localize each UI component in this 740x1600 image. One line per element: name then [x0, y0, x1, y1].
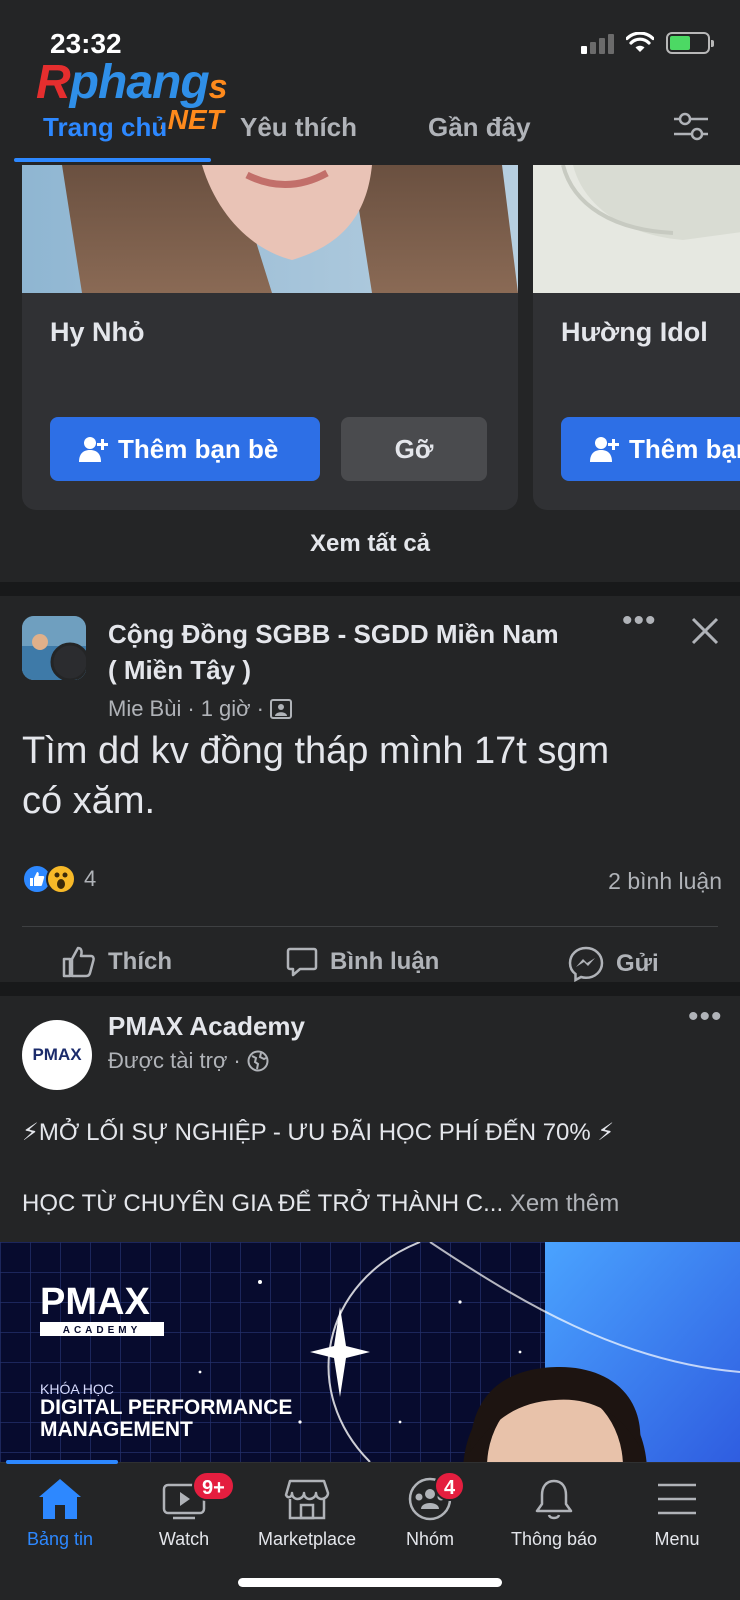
status-icons: [581, 32, 714, 54]
groups-badge: 4: [434, 1471, 466, 1501]
watch-badge: 9+: [192, 1471, 235, 1501]
post-meta: Mie Bùi · 1 giờ ·: [108, 696, 292, 722]
see-all-link[interactable]: Xem tất cả: [0, 530, 740, 558]
add-friend-label: Thêm bạn bè: [629, 433, 740, 464]
send-label: Gửi: [616, 950, 659, 977]
group-post: Cộng Đồng SGBB - SGDD Miền Nam ( Miền Tâ…: [0, 596, 740, 982]
tab-home[interactable]: Trang chủ: [43, 112, 167, 143]
feed-divider: [0, 982, 740, 996]
friend-suggestions: Hy Nhỏ Thêm bạn bè Gỡ Hường Idol Thêm bạ…: [0, 165, 740, 510]
group-name-line2[interactable]: ( Miền Tây ): [108, 652, 251, 688]
watermark-logo: Rphangs: [36, 56, 228, 109]
group-name[interactable]: Cộng Đồng SGBB - SGDD Miền Nam: [108, 616, 559, 652]
sponsored-post: PMAX PMAX Academy Được tài trợ · ••• ⚡MỞ…: [0, 996, 740, 1242]
ad-text-truncated: HỌC TỪ CHUYÊN GIA ĐỂ TRỞ THÀNH C...: [22, 1190, 504, 1217]
nav-feed-label: Bảng tin: [26, 1529, 94, 1549]
nav-menu[interactable]: Menu: [617, 1477, 737, 1550]
post-meta: Được tài trợ ·: [108, 1048, 269, 1074]
tab-recent[interactable]: Gần đây: [428, 112, 531, 143]
like-icon: [62, 946, 95, 978]
ad-banner-graphic: PMAX ACADEMY KHÓA HỌC DIGITAL PERFORMANC…: [0, 1242, 740, 1462]
close-icon[interactable]: [690, 616, 720, 646]
group-avatar[interactable]: [22, 616, 86, 680]
friend-name[interactable]: Hường Idol: [561, 317, 708, 348]
more-options-icon[interactable]: •••: [688, 1000, 723, 1034]
ad-image[interactable]: PMAX ACADEMY KHÓA HỌC DIGITAL PERFORMANC…: [0, 1242, 740, 1462]
page-name[interactable]: PMAX Academy: [108, 1008, 305, 1044]
group-privacy-icon: [269, 699, 292, 719]
ad-course-line1: DIGITAL PERFORMANCE: [40, 1396, 292, 1419]
comment-label: Bình luận: [330, 948, 440, 975]
page-avatar-text: PMAX: [32, 1045, 82, 1064]
profile-photo[interactable]: [22, 165, 518, 293]
post-text-line2: có xăm.: [22, 780, 156, 822]
comment-button[interactable]: Bình luận: [286, 946, 439, 978]
like-label: Thích: [108, 948, 172, 975]
battery-icon: [666, 32, 714, 54]
filter-settings-icon[interactable]: [672, 108, 710, 146]
sponsored-label[interactable]: Được tài trợ: [108, 1048, 227, 1074]
nav-feed[interactable]: Bảng tin: [0, 1477, 120, 1550]
wifi-icon: [626, 32, 654, 52]
add-friend-button[interactable]: Thêm bạn bè: [561, 417, 740, 481]
comment-icon: [286, 947, 318, 977]
nav-watch-label: Watch: [158, 1529, 210, 1549]
ad-course-line2: MANAGEMENT: [40, 1418, 193, 1441]
add-friend-icon: [79, 437, 108, 462]
nav-marketplace-label: Marketplace: [257, 1529, 357, 1549]
send-button[interactable]: Gửi: [568, 946, 659, 982]
comment-count[interactable]: 2 bình luận: [608, 868, 722, 895]
action-divider: [22, 926, 718, 927]
remove-suggestion-button[interactable]: Gỡ: [341, 417, 487, 481]
post-time[interactable]: 1 giờ: [201, 696, 251, 722]
wow-reaction-icon: [46, 864, 76, 894]
reaction-row: 4 2 bình luận: [22, 864, 722, 904]
ad-text-line1: ⚡MỞ LỐI SỰ NGHIỆP - ƯU ĐÃI HỌC PHÍ ĐẾN 7…: [22, 1119, 615, 1146]
author-name[interactable]: Mie Bùi: [108, 696, 181, 722]
add-friend-button[interactable]: Thêm bạn bè: [50, 417, 320, 481]
globe-icon: [247, 1050, 269, 1072]
add-friend-icon: [590, 437, 619, 462]
signal-icon: [581, 32, 614, 54]
active-nav-indicator: [6, 1460, 118, 1464]
profile-photo[interactable]: [533, 165, 740, 293]
home-icon: [39, 1479, 81, 1519]
feed-divider: [0, 582, 740, 596]
bell-icon: [535, 1479, 573, 1520]
menu-icon: [658, 1483, 696, 1515]
add-friend-label: Thêm bạn bè: [118, 433, 279, 464]
reactions-summary[interactable]: 4: [22, 864, 96, 894]
ad-brand: PMAX: [40, 1281, 150, 1323]
tab-favorites[interactable]: Yêu thích: [240, 112, 357, 143]
feed-tabs: Trang chủ Yêu thích Gần đây: [0, 108, 740, 163]
nav-groups[interactable]: 4 Nhóm: [370, 1471, 490, 1550]
nav-menu-label: Menu: [654, 1529, 700, 1549]
active-tab-indicator: [14, 158, 211, 162]
see-more-link[interactable]: Xem thêm: [510, 1190, 619, 1217]
ad-brand-sub: ACADEMY: [63, 1325, 142, 1336]
messenger-icon: [568, 946, 604, 982]
home-indicator[interactable]: [238, 1578, 502, 1587]
nav-notifications[interactable]: Thông báo: [494, 1477, 614, 1550]
top-bar: 23:32 Rphangs .NET Trang chủ Yêu thích G…: [0, 0, 740, 165]
like-button[interactable]: Thích: [62, 946, 172, 978]
reaction-count: 4: [84, 866, 97, 891]
marketplace-icon: [284, 1479, 330, 1520]
friend-card[interactable]: Hy Nhỏ Thêm bạn bè Gỡ: [22, 165, 518, 510]
nav-groups-label: Nhóm: [405, 1529, 454, 1549]
friend-name[interactable]: Hy Nhỏ: [50, 317, 145, 348]
page-avatar[interactable]: PMAX: [22, 1020, 92, 1090]
more-options-icon[interactable]: •••: [622, 604, 657, 638]
nav-marketplace[interactable]: Marketplace: [247, 1477, 367, 1550]
nav-notifications-label: Thông báo: [510, 1529, 598, 1549]
friend-card[interactable]: Hường Idol Thêm bạn bè: [533, 165, 740, 510]
ad-course-prefix: KHÓA HỌC: [40, 1381, 114, 1397]
post-text-line1: Tìm dd kv đồng tháp mình 17t sgm: [22, 730, 610, 772]
ad-text-line2: HỌC TỪ CHUYÊN GIA ĐỂ TRỞ THÀNH C... Xem …: [22, 1190, 619, 1218]
group-photo: [22, 616, 86, 680]
nav-watch[interactable]: 9+ Watch: [124, 1471, 244, 1550]
